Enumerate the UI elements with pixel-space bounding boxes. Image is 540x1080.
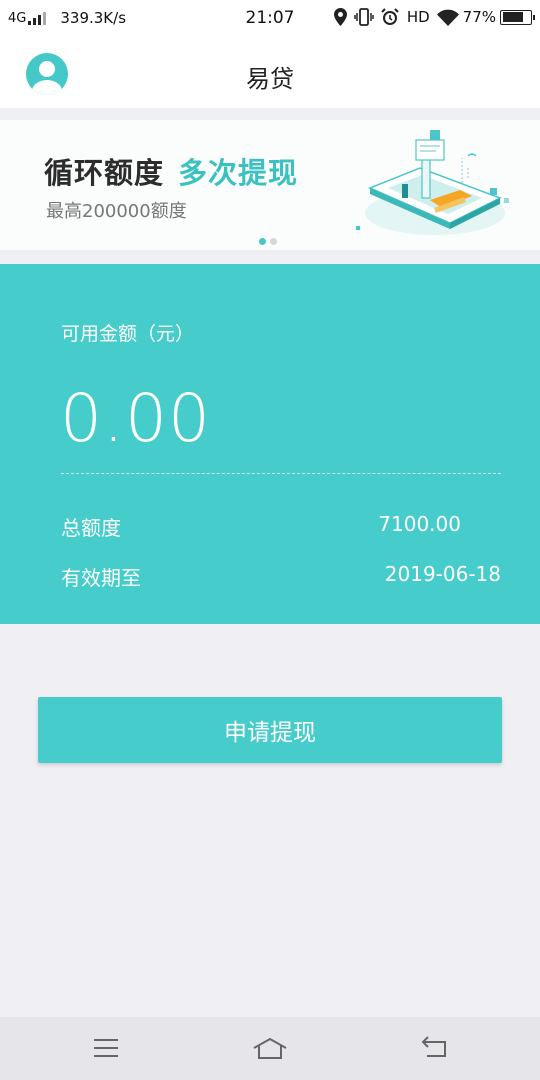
expiry-value: 2019-06-18 <box>384 562 501 586</box>
banner-title: 循环额度 多次提现 <box>44 150 298 192</box>
alarm-icon <box>381 8 399 26</box>
menu-icon[interactable] <box>86 1033 126 1063</box>
carousel-dot[interactable] <box>270 238 277 245</box>
carousel-dot[interactable] <box>259 238 266 245</box>
battery-icon <box>500 9 535 25</box>
total-limit-row: 总额度 7100.00 <box>61 512 501 541</box>
apply-withdraw-button[interactable]: 申请提现 <box>38 697 502 763</box>
promo-banner[interactable]: 循环额度 多次提现 最高200000额度 <box>0 120 540 250</box>
total-limit-label: 总额度 <box>61 516 121 540</box>
carousel-indicator <box>259 238 281 245</box>
app-header: 易贷 <box>0 38 540 108</box>
battery-percent: 77% <box>462 8 496 26</box>
banner-title-accent: 多次提现 <box>178 156 299 190</box>
home-icon[interactable] <box>250 1033 290 1063</box>
wifi-icon <box>436 9 459 26</box>
banner-subtitle: 最高200000额度 <box>46 201 187 222</box>
status-bar: 4G 339.3K/s 21:07 HD 77% <box>0 0 540 38</box>
expiry-label: 有效期至 <box>61 566 141 590</box>
credit-card: 可用金额（元） 0.00 总额度 7100.00 有效期至 2019-06-18 <box>0 264 540 624</box>
page-title: 易贷 <box>246 65 294 93</box>
location-icon <box>333 8 347 26</box>
divider <box>61 473 501 474</box>
available-amount-value: 0.00 <box>60 380 211 457</box>
status-right: HD 77% <box>327 8 535 26</box>
vibrate-icon <box>354 8 374 26</box>
banner-title-main: 循环额度 <box>44 156 165 190</box>
total-limit-value: 7100.00 <box>378 512 461 536</box>
phone-card-illustration <box>356 130 509 235</box>
system-nav-bar <box>0 1017 540 1080</box>
available-amount-label: 可用金额（元） <box>61 323 195 345</box>
hd-label: HD <box>406 8 430 26</box>
expiry-row: 有效期至 2019-06-18 <box>61 562 501 591</box>
back-icon[interactable] <box>414 1033 454 1063</box>
